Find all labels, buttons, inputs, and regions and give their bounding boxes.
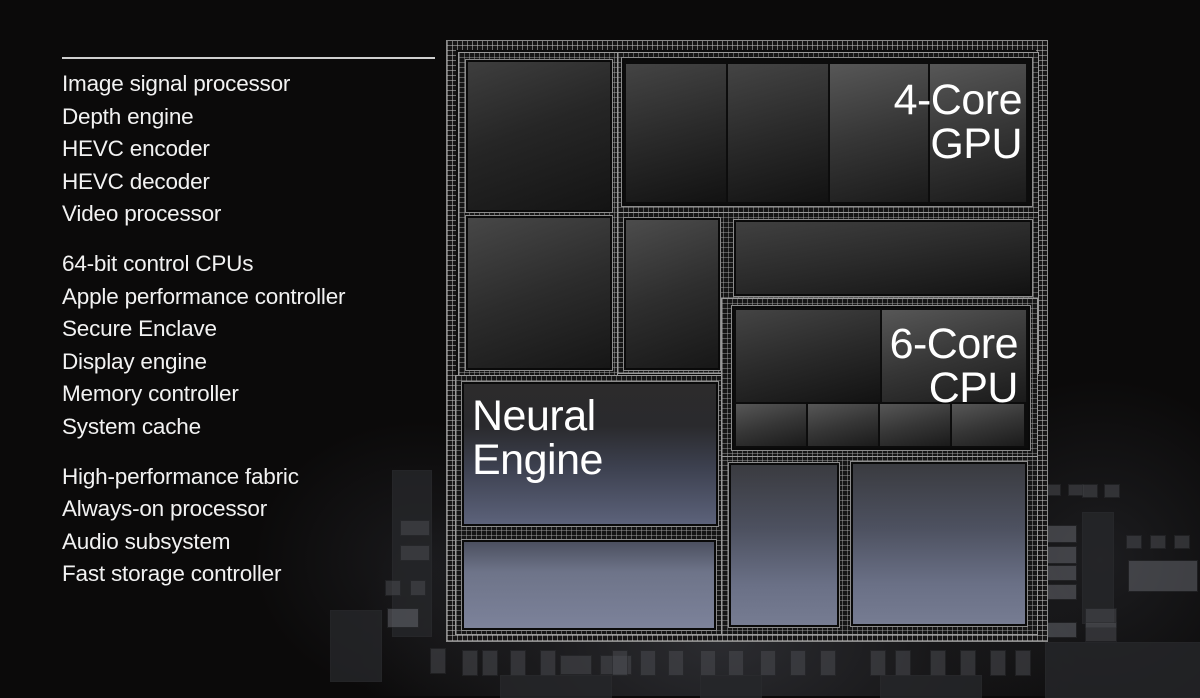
board-pad (482, 650, 498, 676)
board-pad (1082, 484, 1098, 498)
gpu-label: 4-Core GPU (893, 76, 1023, 168)
board-pad (410, 580, 426, 596)
board-pad (640, 650, 656, 676)
feature-item: Memory controller (62, 381, 239, 407)
gpu-label-line2: GPU (930, 120, 1022, 168)
feature-item: Audio subsystem (62, 528, 231, 554)
feature-group-media: Image signal processor Depth engine HEVC… (62, 68, 345, 231)
board-pad (790, 650, 806, 676)
feature-item: Always-on processor (62, 496, 268, 522)
neural-engine-label: Neural Engine (472, 394, 603, 482)
gpu-block: 4-Core GPU (622, 58, 1032, 206)
feature-list: Image signal processor Depth engine HEVC… (62, 68, 345, 608)
board-pad (990, 650, 1006, 676)
feature-item: Display engine (62, 348, 207, 374)
die-block-mid-left (466, 216, 612, 370)
board-pad (385, 580, 401, 596)
cpu-performance-core-tile (736, 310, 881, 402)
board-pad (1045, 642, 1200, 698)
title-divider-line (62, 57, 435, 59)
board-pad (387, 608, 419, 628)
board-pad (895, 650, 911, 676)
feature-item: HEVC decoder (62, 168, 210, 194)
board-pad (400, 520, 430, 536)
board-pad (1128, 560, 1198, 592)
board-pad (612, 650, 628, 676)
board-pad (1085, 622, 1117, 642)
board-pad (1045, 525, 1077, 543)
die-block-bottom-mid (729, 463, 839, 627)
board-pad (1126, 535, 1142, 549)
feature-item: Apple performance controller (62, 283, 346, 309)
die-block-mid-small (624, 218, 720, 370)
feature-item: Secure Enclave (62, 316, 217, 342)
board-pad (930, 650, 946, 676)
neural-engine-label-line2: Engine (472, 436, 603, 484)
die-block-bottom-right (851, 462, 1027, 626)
board-pad (1045, 622, 1077, 638)
cpu-efficiency-core-tile (736, 404, 807, 446)
board-pad (700, 650, 716, 676)
board-pad (880, 675, 982, 698)
board-pad (510, 650, 526, 676)
feature-item: Fast storage controller (62, 561, 282, 587)
board-pad (430, 648, 446, 674)
cpu-label-line1: 6-Core (889, 320, 1019, 368)
board-pad (870, 650, 886, 676)
board-pad (1045, 584, 1077, 600)
feature-item: HEVC encoder (62, 136, 210, 162)
board-pad (1045, 565, 1077, 581)
cpu-label-line2: CPU (928, 364, 1019, 412)
board-pad (728, 650, 744, 676)
board-pad (760, 650, 776, 676)
board-pad (462, 650, 478, 676)
board-pad (668, 650, 684, 676)
feature-item: High-performance fabric (62, 463, 299, 489)
feature-item: Depth engine (62, 103, 194, 129)
gpu-core-tile (728, 64, 829, 202)
die-block-top-left (466, 60, 612, 212)
neural-engine-label-line1: Neural (472, 392, 596, 440)
board-pad (400, 545, 430, 561)
board-pad (700, 675, 762, 698)
gpu-core-tile (626, 64, 727, 202)
feature-item: 64-bit control CPUs (62, 250, 254, 276)
board-pad (1104, 484, 1120, 498)
die-block-bottom-left (462, 540, 716, 630)
die-block-mid-wide (734, 220, 1032, 296)
feature-group-system: High-performance fabric Always-on proces… (62, 461, 345, 591)
board-pad (500, 675, 612, 698)
feature-group-control: 64-bit control CPUs Apple performance co… (62, 248, 345, 444)
board-pad (960, 650, 976, 676)
board-pad (560, 655, 592, 675)
board-pad (1045, 546, 1077, 564)
board-pad (1150, 535, 1166, 549)
feature-item: System cache (62, 413, 201, 439)
neural-engine-block: Neural Engine (462, 382, 718, 526)
feature-item: Video processor (62, 201, 222, 227)
feature-item: Image signal processor (62, 71, 291, 96)
board-pad (540, 650, 556, 676)
board-pad (330, 610, 382, 682)
cpu-block: 6-Core CPU (732, 306, 1030, 450)
board-pad (1174, 535, 1190, 549)
board-pad (1015, 650, 1031, 676)
gpu-label-line1: 4-Core (893, 76, 1023, 124)
board-pad (820, 650, 836, 676)
cpu-label: 6-Core CPU (889, 320, 1019, 412)
cpu-efficiency-core-tile (808, 404, 879, 446)
